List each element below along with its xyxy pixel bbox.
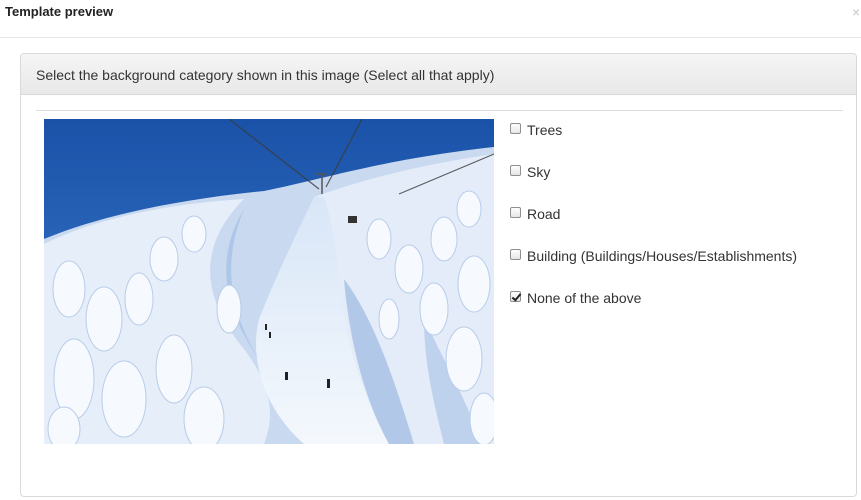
ski-slope-photo [44, 119, 494, 444]
option-label: Building (Buildings/Houses/Establishment… [527, 248, 798, 264]
modal-header: Template preview × [0, 0, 861, 38]
option-label: Sky [527, 164, 551, 180]
building-checkbox[interactable] [510, 249, 521, 260]
road-checkbox[interactable] [510, 207, 521, 218]
option-label: Trees [527, 122, 563, 138]
sky-checkbox[interactable] [510, 165, 521, 176]
option-label: None of the above [527, 290, 642, 306]
none-of-the-above-checkbox[interactable] [510, 291, 521, 302]
modal-title: Template preview [5, 4, 114, 19]
close-icon[interactable]: × [852, 3, 860, 21]
option-label: Road [527, 206, 561, 222]
trees-checkbox[interactable] [510, 123, 521, 134]
question-panel: Select the background category shown in … [20, 53, 857, 497]
divider [36, 110, 843, 111]
question-text: Select the background category shown in … [21, 54, 856, 95]
